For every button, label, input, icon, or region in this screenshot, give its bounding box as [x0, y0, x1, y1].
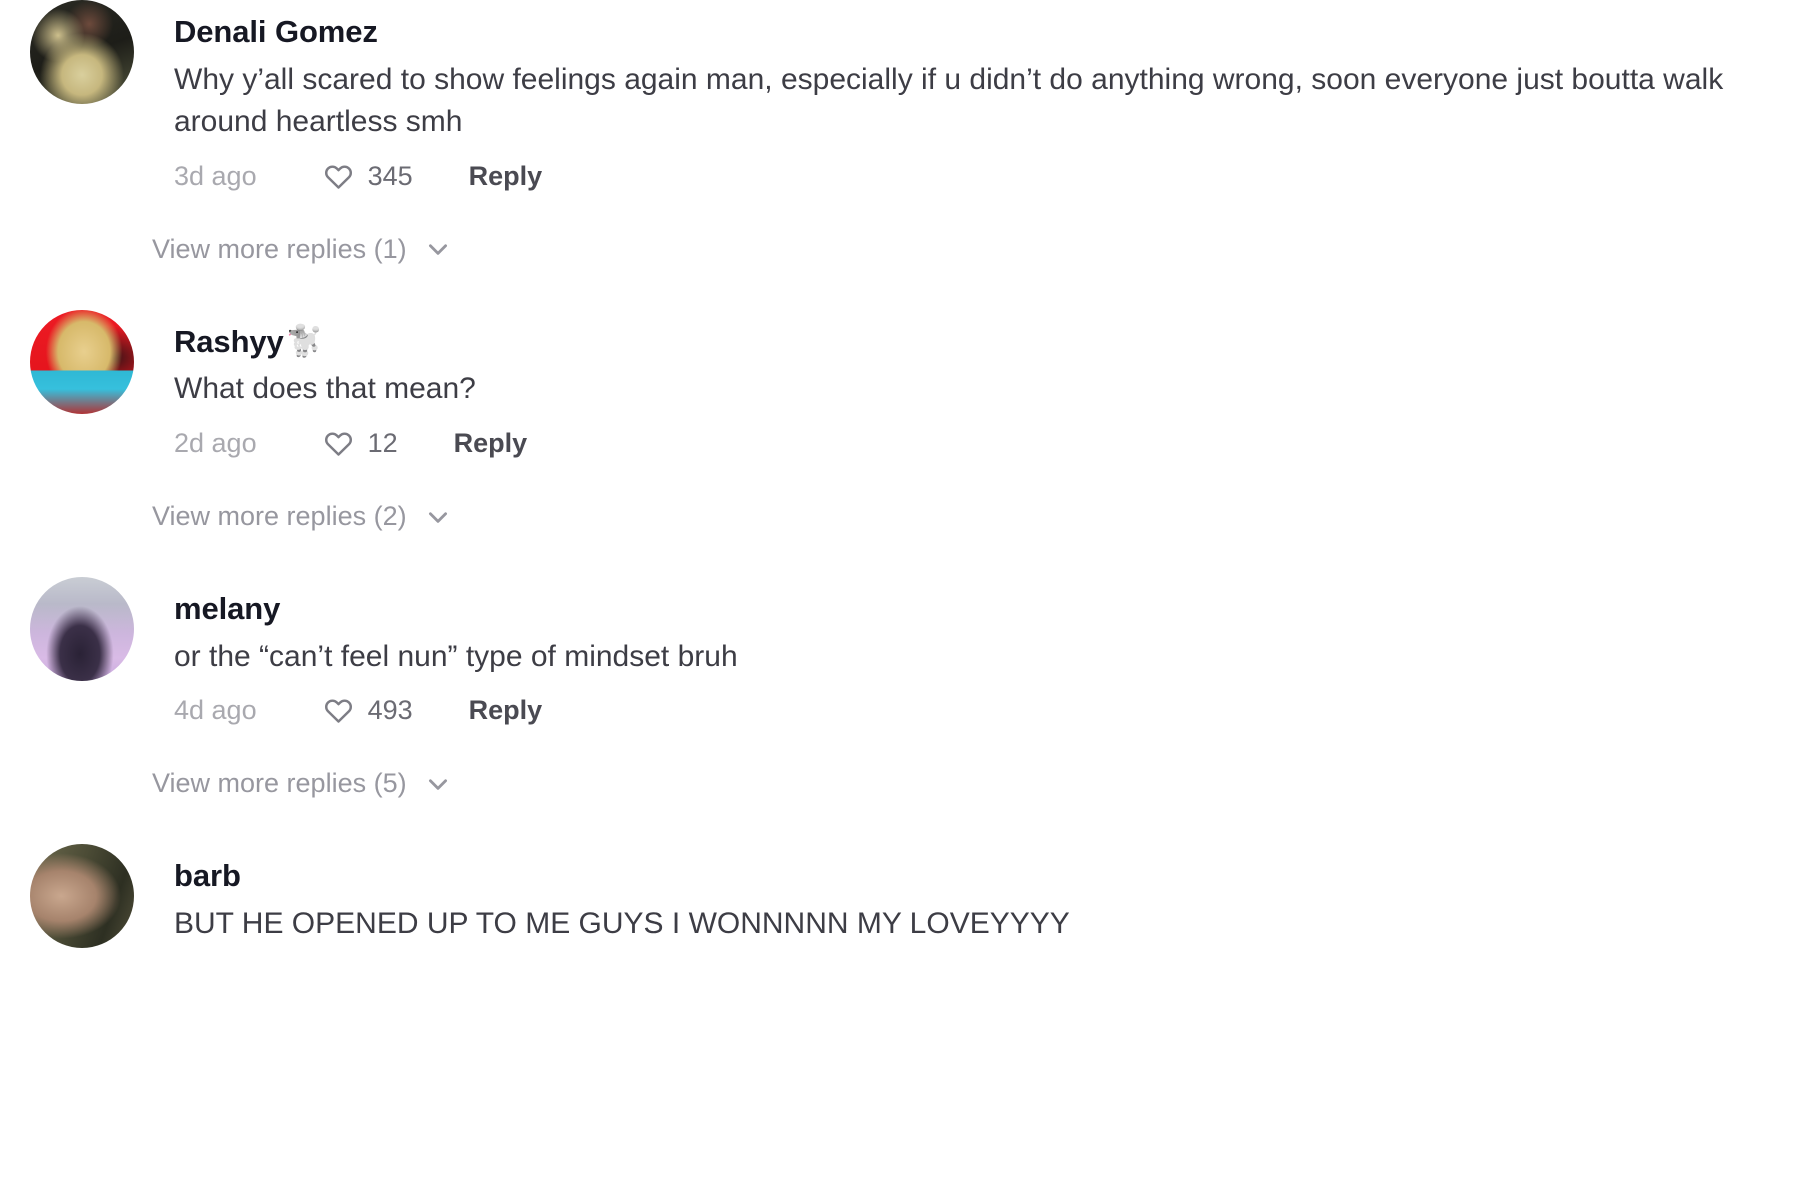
like-button[interactable]: 12 — [323, 428, 398, 459]
comment-item-denali-gomez: Denali Gomez Why y’all scared to show fe… — [0, 0, 1800, 192]
comment-body: Denali Gomez Why y’all scared to show fe… — [174, 0, 1800, 192]
chevron-down-icon — [425, 771, 451, 797]
like-count: 493 — [367, 695, 413, 726]
view-more-replies-button[interactable]: View more replies (1) — [152, 233, 451, 264]
like-button[interactable]: 493 — [323, 695, 413, 726]
username-text: Rashyy — [174, 323, 284, 359]
comment-body: barb BUT HE OPENED UP TO ME GUYS I WONNN… — [174, 844, 1800, 945]
comment-item-rashyy: Rashyy 🐩 What does that mean? 2d ago 12 … — [0, 309, 1800, 459]
comment-text: Why y’all scared to show feelings again … — [174, 62, 1724, 139]
avatar-wrap — [30, 844, 134, 949]
comment-body: melany or the “can’t feel nun” type of m… — [174, 577, 1800, 726]
heart-icon — [323, 695, 354, 726]
comment-timestamp: 4d ago — [174, 695, 257, 726]
avatar[interactable] — [30, 309, 134, 414]
comment-meta: 4d ago 493 Reply — [174, 695, 1800, 726]
chevron-down-icon — [425, 504, 451, 530]
comment-thread: Denali Gomez Why y’all scared to show fe… — [0, 0, 1800, 1200]
comment-timestamp: 3d ago — [174, 160, 257, 191]
like-count: 12 — [367, 428, 398, 459]
comment-username[interactable]: melany — [174, 591, 1800, 627]
avatar[interactable] — [30, 577, 134, 682]
view-more-replies-label: View more replies (1) — [152, 233, 407, 264]
reply-button[interactable]: Reply — [469, 697, 543, 724]
view-more-replies-label: View more replies (2) — [152, 501, 407, 532]
comment-body: Rashyy 🐩 What does that mean? 2d ago 12 … — [174, 310, 1800, 459]
avatar-image — [30, 0, 134, 104]
reply-button[interactable]: Reply — [469, 162, 543, 190]
comment-meta: 2d ago 12 Reply — [174, 428, 1800, 459]
heart-icon — [323, 428, 354, 459]
view-more-replies-label: View more replies (5) — [152, 768, 407, 799]
comment-block: Rashyy 🐩 What does that mean? 2d ago 12 … — [0, 309, 1800, 530]
comment-username[interactable]: Rashyy 🐩 — [174, 324, 1800, 360]
like-count: 345 — [367, 160, 413, 191]
comment-block: Denali Gomez Why y’all scared to show fe… — [0, 0, 1800, 263]
comment-timestamp: 2d ago — [174, 428, 257, 459]
avatar-wrap — [30, 577, 134, 682]
avatar[interactable] — [30, 844, 134, 949]
comment-block: melany or the “can’t feel nun” type of m… — [0, 577, 1800, 797]
dog-emoji: 🐩 — [285, 323, 323, 359]
reply-button[interactable]: Reply — [454, 430, 528, 457]
heart-icon — [323, 161, 354, 192]
like-button[interactable]: 345 — [323, 161, 413, 192]
username-text: melany — [174, 591, 281, 627]
avatar-image — [30, 310, 134, 414]
chevron-down-icon — [425, 236, 451, 262]
username-text: barb — [174, 858, 241, 894]
comment-item-barb: barb BUT HE OPENED UP TO ME GUYS I WONNN… — [0, 844, 1800, 949]
comment-username[interactable]: Denali Gomez — [174, 14, 1800, 50]
avatar-wrap — [30, 0, 134, 104]
avatar[interactable] — [30, 0, 134, 104]
comment-text: What does that mean? — [174, 372, 476, 406]
view-more-replies-button[interactable]: View more replies (5) — [152, 770, 451, 797]
comment-text: BUT HE OPENED UP TO ME GUYS I WONNNNN MY… — [174, 906, 1070, 940]
comment-meta: 3d ago 345 Reply — [174, 161, 1800, 192]
comment-username[interactable]: barb — [174, 858, 1800, 894]
comment-item-melany: melany or the “can’t feel nun” type of m… — [0, 577, 1800, 726]
avatar-image — [30, 577, 134, 681]
comment-text: or the “can’t feel nun” type of mindset … — [174, 639, 738, 673]
avatar-wrap — [30, 309, 134, 414]
view-more-replies-button[interactable]: View more replies (2) — [152, 503, 451, 530]
username-text: Denali Gomez — [174, 14, 378, 49]
comment-block: barb BUT HE OPENED UP TO ME GUYS I WONNN… — [0, 844, 1800, 949]
avatar-image — [30, 844, 134, 948]
